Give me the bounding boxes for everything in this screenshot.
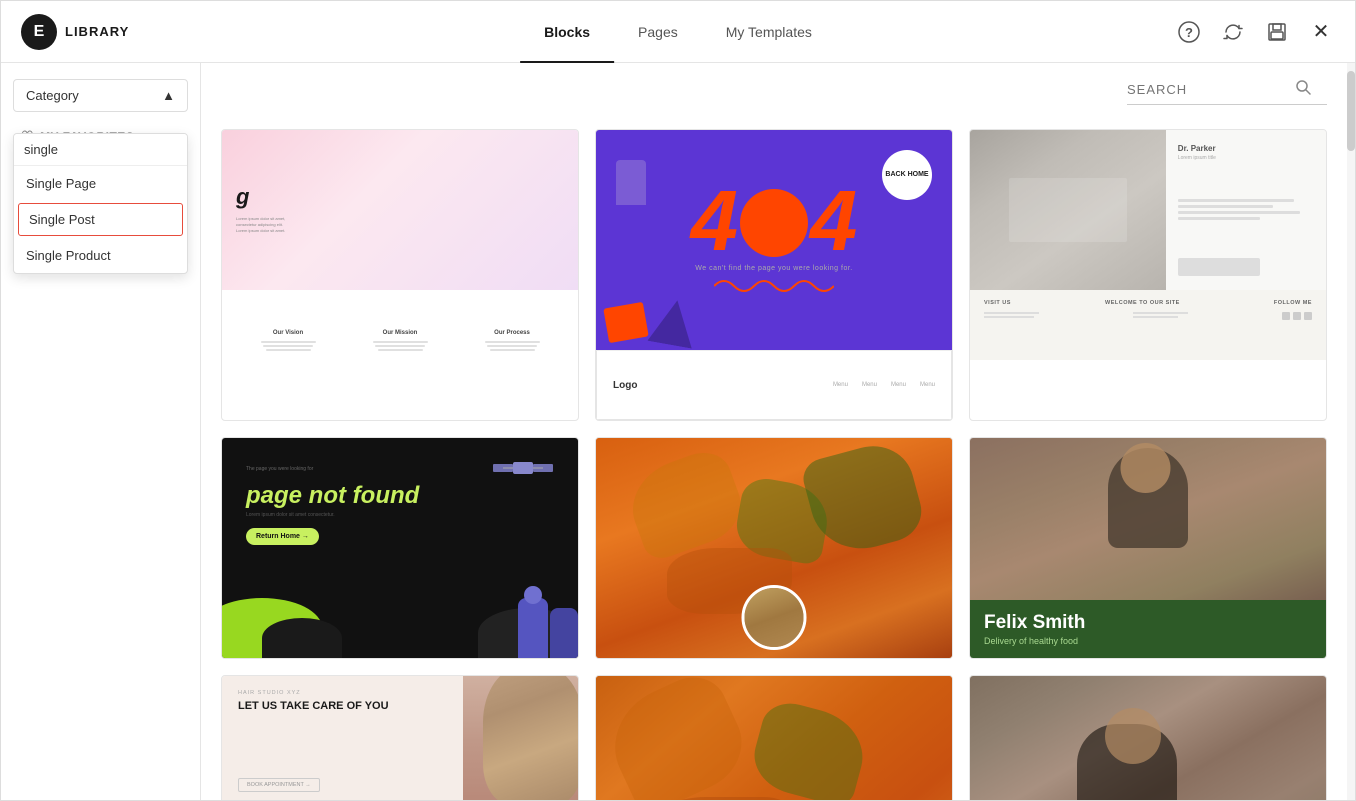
dropdown-item-single-post[interactable]: Single Post xyxy=(18,203,183,236)
template-card-1[interactable]: g Lorem ipsum dolor sit amet,consectetur… xyxy=(221,129,579,421)
return-home-btn[interactable]: Return Home → xyxy=(246,528,319,545)
template-card-10[interactable]: HAIR STUDIO XYZ LET US TAKE CARE OF YOU … xyxy=(221,675,579,800)
template-card-2[interactable]: 4 4 We can't find the page you were look… xyxy=(595,129,953,421)
main-content[interactable]: g Lorem ipsum dolor sit amet,consectetur… xyxy=(201,63,1347,800)
dr-name: Dr. Parker xyxy=(1178,144,1314,153)
scrollbar[interactable] xyxy=(1347,63,1355,800)
scroll-thumb xyxy=(1347,71,1355,151)
nav-item: Menu xyxy=(891,382,906,388)
tab-my-templates[interactable]: My Templates xyxy=(702,1,836,63)
logo-area: E LIBRARY xyxy=(21,14,141,50)
template-card-8[interactable] xyxy=(595,437,953,659)
search-input[interactable] xyxy=(1127,82,1287,97)
back-home-badge: BACK HOME xyxy=(882,150,932,200)
dropdown-item-single-product[interactable]: Single Product xyxy=(14,238,187,273)
template-card-12[interactable]: Felix Smith Delivery of healthy food xyxy=(969,675,1327,800)
felix-name: Felix Smith xyxy=(984,612,1312,634)
tab-blocks[interactable]: Blocks xyxy=(520,1,614,63)
category-label: Category xyxy=(26,88,79,103)
header: E LIBRARY Blocks Pages My Templates ? xyxy=(1,1,1355,63)
col-our-vision: Our Vision xyxy=(232,330,344,336)
nav-tabs: Blocks Pages My Templates xyxy=(520,1,836,62)
characters xyxy=(518,598,578,658)
template-card-7[interactable]: The page you were looking for page not f… xyxy=(221,437,579,659)
template-card-9[interactable]: Felix Smith Delivery of healthy food xyxy=(969,437,1327,659)
svg-text:?: ? xyxy=(1185,25,1193,40)
logo-icon: E xyxy=(21,14,57,50)
pnf-title: page not found xyxy=(246,482,419,510)
nav-item: Menu xyxy=(920,382,935,388)
let-us-care-title: LET US TAKE CARE OF YOU xyxy=(238,700,447,713)
refresh-icon[interactable] xyxy=(1219,18,1247,46)
dropdown-search-input[interactable] xyxy=(14,134,187,166)
modal-wrapper: E LIBRARY Blocks Pages My Templates ? xyxy=(0,0,1356,801)
search-bar xyxy=(1127,79,1327,105)
content-area: Category ▲ Single Page Single Post Singl… xyxy=(1,63,1355,800)
dropdown-item-single-page[interactable]: Single Page xyxy=(14,166,187,201)
satellite-icon xyxy=(488,454,558,489)
chevron-down-icon: ▲ xyxy=(162,88,175,103)
category-dropdown[interactable]: Category ▲ xyxy=(13,79,188,112)
felix-subtitle: Delivery of healthy food xyxy=(984,636,1312,646)
logo-text: LIBRARY xyxy=(65,24,129,39)
logo-text-card: Logo xyxy=(613,380,637,391)
nav-item: Menu xyxy=(862,382,877,388)
tab-pages[interactable]: Pages xyxy=(614,1,702,63)
template-card-3[interactable]: Dr. Parker Lorem ipsum title xyxy=(969,129,1327,421)
col-our-process: Our Process xyxy=(456,330,568,336)
sidebar: Category ▲ Single Page Single Post Singl… xyxy=(1,63,201,800)
template-card-11[interactable] xyxy=(595,675,953,800)
header-actions: ? ✕ xyxy=(1175,18,1335,46)
template-grid: g Lorem ipsum dolor sit amet,consectetur… xyxy=(221,129,1327,800)
help-icon[interactable]: ? xyxy=(1175,18,1203,46)
col-our-mission: Our Mission xyxy=(344,330,456,336)
search-icon[interactable] xyxy=(1295,79,1311,100)
close-button[interactable]: ✕ xyxy=(1307,18,1335,46)
nav-item: Menu xyxy=(833,382,848,388)
dropdown-menu: Single Page Single Post Single Product xyxy=(13,133,188,274)
save-icon[interactable] xyxy=(1263,18,1291,46)
